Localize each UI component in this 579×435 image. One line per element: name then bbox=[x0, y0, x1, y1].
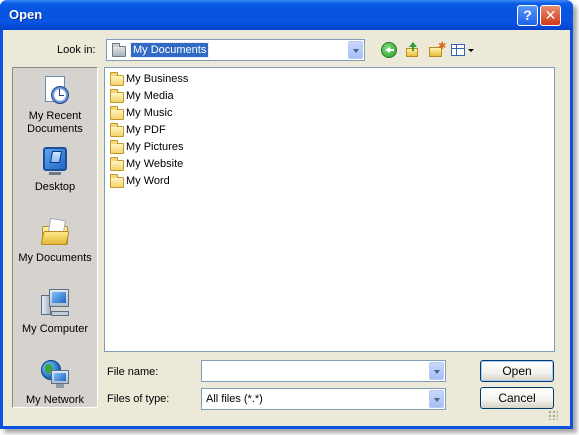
up-folder-icon[interactable] bbox=[404, 42, 420, 58]
places-bar: My Recent Documents Desktop My Documents… bbox=[12, 67, 98, 408]
file-type-dropdown[interactable]: All files (*.*) bbox=[201, 388, 446, 410]
title-bar[interactable]: Open ? ✕ bbox=[0, 0, 573, 30]
place-my-computer[interactable]: My Computer bbox=[13, 287, 97, 336]
folder-icon bbox=[110, 72, 124, 86]
folder-icon bbox=[110, 123, 124, 137]
place-label: My Network bbox=[25, 394, 85, 406]
folder-icon bbox=[110, 157, 124, 171]
file-name: My Website bbox=[126, 158, 184, 170]
place-label: Documents bbox=[27, 123, 83, 135]
my-documents-icon bbox=[39, 216, 71, 248]
window-title: Open bbox=[9, 7, 43, 22]
back-icon[interactable] bbox=[381, 42, 397, 58]
folder-icon bbox=[110, 89, 124, 103]
file-name: My Business bbox=[126, 73, 189, 85]
folder-icon bbox=[112, 43, 126, 57]
close-button[interactable]: ✕ bbox=[540, 5, 561, 26]
folder-icon bbox=[110, 106, 124, 120]
place-label: Desktop bbox=[34, 181, 76, 193]
look-in-value: My Documents bbox=[129, 42, 210, 58]
file-name: My PDF bbox=[126, 124, 166, 136]
new-folder-icon[interactable]: ✱ bbox=[428, 41, 446, 58]
file-name-label: File name: bbox=[107, 366, 159, 378]
file-list[interactable]: My Business My Media My Music My PDF My … bbox=[104, 67, 555, 352]
place-my-network[interactable]: My Network bbox=[13, 358, 97, 407]
place-my-documents[interactable]: My Documents bbox=[13, 216, 97, 265]
views-menu-icon[interactable] bbox=[450, 42, 474, 58]
look-in-dropdown[interactable]: My Documents bbox=[106, 39, 365, 61]
file-type-label: Files of type: bbox=[107, 393, 170, 405]
file-name: My Pictures bbox=[126, 141, 184, 153]
resize-grip[interactable] bbox=[548, 410, 558, 420]
file-name: My Word bbox=[126, 175, 170, 187]
place-label: My Computer bbox=[21, 323, 89, 335]
chevron-down-icon[interactable] bbox=[348, 41, 363, 59]
recent-documents-icon bbox=[39, 74, 71, 106]
my-network-icon bbox=[39, 358, 71, 390]
look-in-label: Look in: bbox=[57, 44, 96, 56]
cancel-button[interactable]: Cancel bbox=[480, 387, 554, 409]
place-my-recent-documents[interactable]: My Recent Documents bbox=[13, 74, 97, 136]
chevron-down-icon[interactable] bbox=[429, 390, 444, 408]
file-name-input[interactable] bbox=[201, 360, 446, 382]
open-button[interactable]: Open bbox=[480, 360, 554, 382]
folder-icon bbox=[110, 140, 124, 154]
file-type-value: All files (*.*) bbox=[206, 393, 263, 405]
place-desktop[interactable]: Desktop bbox=[13, 145, 97, 194]
folder-icon bbox=[110, 174, 124, 188]
place-label: My Documents bbox=[18, 252, 92, 264]
chevron-down-icon[interactable] bbox=[429, 362, 444, 380]
help-button[interactable]: ? bbox=[517, 5, 538, 26]
place-label: My Recent bbox=[28, 110, 82, 122]
file-name: My Media bbox=[126, 90, 174, 102]
desktop-icon bbox=[39, 145, 71, 177]
my-computer-icon bbox=[39, 287, 71, 319]
file-name: My Music bbox=[126, 107, 173, 119]
